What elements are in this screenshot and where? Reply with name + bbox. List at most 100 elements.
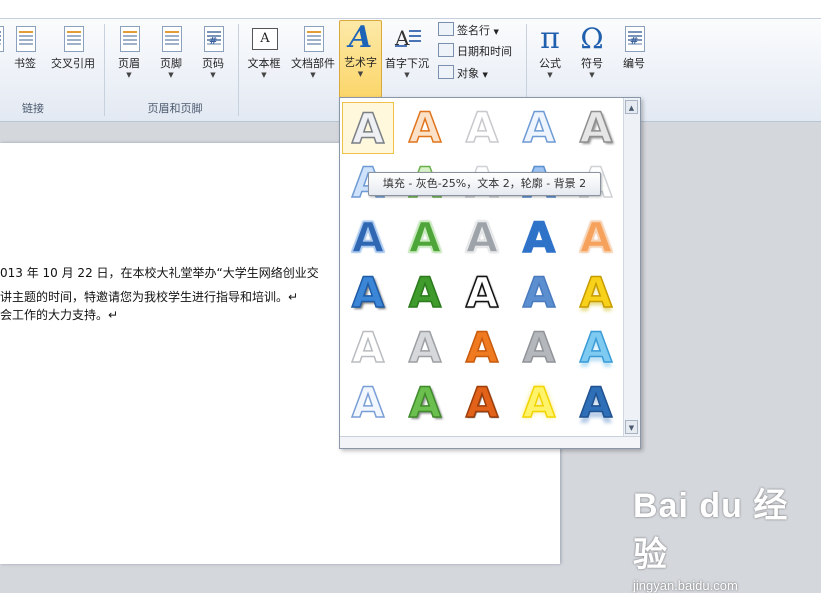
signature-line-icon (438, 22, 454, 36)
wordart-style-blue-soft[interactable]: A (513, 267, 565, 319)
wordart-style-green-shadow[interactable]: A (399, 377, 451, 429)
bookmark-button[interactable]: 书签 (4, 22, 46, 96)
wordart-style-silver-solid[interactable]: A (513, 322, 565, 374)
wordart-style-blue-outline-light[interactable]: A (342, 377, 394, 429)
wordart-glyph: A (522, 322, 556, 373)
cross-reference-icon (59, 24, 87, 54)
chevron-down-icon: ▼ (210, 71, 216, 79)
wordart-style-silver-thin[interactable]: A (399, 322, 451, 374)
gallery-resize-grip[interactable] (340, 436, 640, 448)
wordart-glyph: A (522, 377, 556, 428)
wordart-style-green-solid[interactable]: A (399, 267, 451, 319)
equation-button[interactable]: π 公式 ▼ (529, 22, 571, 96)
cross-reference-button[interactable]: 交叉引用 (46, 22, 100, 96)
header-icon (115, 24, 143, 54)
wordart-style-black-outline[interactable]: A (456, 267, 508, 319)
group-label-header-footer: 页眉和页脚 (147, 102, 203, 115)
chevron-down-icon: ▼ (493, 28, 499, 36)
signature-line-button[interactable]: 签名行 ▼ (438, 22, 499, 40)
numbering-button[interactable]: 编号 (613, 22, 655, 96)
gallery-scrollbar[interactable]: ▲ ▼ (623, 98, 640, 436)
footer-button[interactable]: 页脚 ▼ (150, 22, 192, 96)
wordart-style-orange-bevel[interactable]: A (570, 212, 622, 264)
textbox-icon: A (250, 24, 278, 54)
symbol-button[interactable]: Ω 符号 ▼ (571, 22, 613, 96)
wordart-style-gray-outline[interactable]: A (342, 102, 394, 154)
omega-icon: Ω (580, 22, 604, 55)
wordart-gallery: AAAAAAAAAAAAAAAAAAAAAAAAAAAAAA ▲ ▼ (339, 97, 641, 449)
wordart-icon: A (348, 20, 373, 55)
wordart-glyph: A (351, 322, 385, 373)
document-line: 013 年 10 月 22 日，在本校大礼堂举办“大学生网络创业交 (0, 266, 319, 280)
wordart-glyph: A (351, 212, 385, 263)
wordart-style-silver-bevel[interactable]: A (456, 212, 508, 264)
group-separator (104, 24, 105, 116)
ribbon-tab-strip (0, 0, 821, 19)
drop-cap-button[interactable]: A 首字下沉 ▼ (382, 22, 432, 96)
wordart-glyph: A (579, 322, 613, 373)
scroll-down-button[interactable]: ▼ (625, 420, 638, 434)
wordart-style-green-bevel[interactable]: A (399, 212, 451, 264)
textbox-button[interactable]: A 文本框 ▼ (243, 22, 285, 96)
wordart-glyph: A (408, 322, 442, 373)
footer-icon (157, 24, 185, 54)
wordart-glyph: A (408, 267, 442, 318)
page-number-icon (199, 24, 227, 54)
quick-parts-button[interactable]: 文档部件 ▼ (287, 22, 339, 96)
wordart-glyph: A (465, 377, 499, 428)
bookmark-icon (11, 24, 39, 54)
wordart-glyph: A (408, 212, 442, 263)
chevron-down-icon: ▼ (310, 71, 316, 79)
style-tooltip: 填充 - 灰色-25%，文本 2，轮廓 - 背景 2 (368, 172, 601, 196)
wordart-glyph: A (465, 322, 499, 373)
wordart-style-orange-outline[interactable]: A (399, 102, 451, 154)
wordart-glyph: A (351, 377, 385, 428)
wordart-glyph: A (522, 212, 556, 263)
object-button[interactable]: 对象 ▼ (438, 65, 488, 83)
wordart-style-yellow-glow[interactable]: A (513, 377, 565, 429)
wordart-style-white-outline[interactable]: A (456, 102, 508, 154)
wordart-glyph: A (351, 267, 385, 318)
watermark-url: jingyan.baidu.com (633, 578, 738, 593)
wordart-glyph: A (465, 267, 499, 318)
wordart-style-blue-gradient[interactable]: A (513, 212, 565, 264)
drop-cap-icon: A (393, 24, 421, 54)
chevron-down-icon: ▼ (404, 71, 410, 79)
header-button[interactable]: 页眉 ▼ (108, 22, 150, 96)
wordart-glyph: A (522, 102, 556, 153)
wordart-style-orange-solid[interactable]: A (456, 322, 508, 374)
chevron-down-icon: ▼ (357, 70, 364, 78)
wordart-glyph: A (351, 103, 385, 154)
page-number-button[interactable]: 页码 ▼ (192, 22, 234, 96)
date-time-button[interactable]: 日期和时间 (438, 43, 512, 61)
wordart-style-blue-reflect[interactable]: A (570, 377, 622, 429)
chevron-down-icon: ▼ (168, 71, 174, 79)
chevron-down-icon: ▼ (589, 71, 595, 79)
wordart-style-gray-shadow[interactable]: A (570, 102, 622, 154)
wordart-glyph: A (579, 102, 613, 153)
wordart-glyph: A (465, 212, 499, 263)
wordart-style-blue-bevel[interactable]: A (342, 212, 394, 264)
wordart-glyph: A (465, 102, 499, 153)
group-separator (238, 24, 239, 116)
chevron-down-icon: ▼ (482, 71, 488, 79)
wordart-style-cyan-reflect[interactable]: A (570, 322, 622, 374)
wordart-style-blue-outline[interactable]: A (513, 102, 565, 154)
wordart-style-orange-dark[interactable]: A (456, 377, 508, 429)
wordart-glyph: A (579, 267, 613, 318)
document-line: 会工作的大力支持。↵ (0, 308, 119, 322)
calendar-icon (438, 43, 454, 57)
wordart-glyph: A (579, 212, 613, 263)
wordart-glyph: A (522, 267, 556, 318)
pi-icon: π (540, 21, 560, 56)
wordart-button[interactable]: A 艺术字 ▼ (339, 20, 382, 98)
wordart-style-blue-solid[interactable]: A (342, 267, 394, 319)
wordart-style-gold[interactable]: A (570, 267, 622, 319)
group-label-links: 链接 (22, 102, 44, 115)
chevron-down-icon: ▼ (547, 71, 553, 79)
wordart-glyph: A (408, 102, 442, 153)
scroll-up-button[interactable]: ▲ (625, 100, 638, 114)
wordart-style-white-thin[interactable]: A (342, 322, 394, 374)
quick-parts-icon (299, 24, 327, 54)
wordart-glyph: A (579, 377, 613, 428)
